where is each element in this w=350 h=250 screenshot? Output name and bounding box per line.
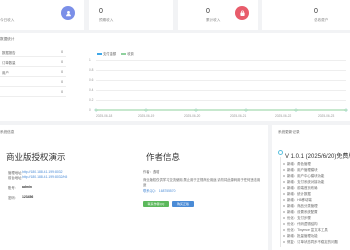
changelog-item: 新增：商品分类管理 <box>283 203 318 208</box>
section-title: 系统信息 <box>0 130 15 134</box>
changelog-item: 新增：设置系统配置 <box>283 209 318 214</box>
contact-author-button[interactable]: 联系作者QQ <box>143 201 169 207</box>
side-item-label: 用户 <box>2 71 9 75</box>
y-tick: 0.4 <box>89 88 94 92</box>
y-tick: 0.2 <box>89 98 94 102</box>
x-tick: 2025-06-21 <box>230 114 247 118</box>
changelog-item: 新增：前端首页布局 <box>283 185 318 190</box>
data-point[interactable] <box>144 108 148 112</box>
changelog-item: 新增：统计数据 <box>283 191 311 196</box>
data-point[interactable] <box>194 108 198 112</box>
side-item-order-count[interactable]: 订单数量 0 <box>0 57 66 67</box>
user-icon <box>61 6 75 20</box>
stat-label: 总收费户 <box>314 18 329 22</box>
y-tick: 0.6 <box>89 78 94 82</box>
info-title: 商业版授权演示 <box>6 152 66 162</box>
side-item-data-report[interactable]: 数据报告 0 <box>0 47 66 57</box>
side-item-label: 订单数量 <box>2 61 16 65</box>
stat-label: 预期收入 <box>99 18 114 22</box>
author-qq: 联系QQ： 168755570 <box>143 189 176 193</box>
stat-label: 今日收入 <box>0 18 15 22</box>
stat-card-expected-income: 0 预期收入 <box>89 0 192 30</box>
line-chart <box>94 108 348 112</box>
legend-label: 收费 <box>127 52 134 56</box>
stat-value: 0 <box>99 8 103 15</box>
panel-title: 数据统计 <box>0 37 15 41</box>
side-item-5[interactable]: 0 <box>0 87 66 97</box>
side-item-value: 0 <box>61 90 63 94</box>
info-row-label: 账号: <box>8 186 16 190</box>
x-tick: 2025-06-22 <box>275 114 292 118</box>
y-tick: 0.8 <box>89 68 94 72</box>
section-title: 系统更新记录 <box>278 130 300 134</box>
side-item-value: 0 <box>61 60 63 64</box>
side-item-value: 0 <box>61 70 63 74</box>
y-tick: 1 <box>89 58 91 62</box>
timeline-line <box>280 157 281 247</box>
changelog-item: 优化：代码逻辑结构 <box>283 221 318 226</box>
author-name: 作者：逸晗 <box>143 170 160 174</box>
changelog-item: 新增：支付系统对接功能 <box>283 179 324 184</box>
y-tick: 0 <box>89 108 91 112</box>
stat-card-today-income: 今日收入 <box>0 0 84 30</box>
info-row-label: 密码: <box>8 196 16 200</box>
legend-label: 支付金额 <box>103 52 117 56</box>
buy-license-button[interactable]: 购买正版 <box>172 201 194 207</box>
changelog-item: 新增：角色管理 <box>283 161 311 166</box>
author-title: 作者信息 <box>146 152 181 162</box>
changelog-item: 优化：支付步骤 <box>283 215 311 220</box>
account-value: admin <box>22 185 32 189</box>
timeline-dot <box>278 150 283 155</box>
x-tick: 2025-06-18 <box>96 114 113 118</box>
data-point[interactable] <box>294 108 298 112</box>
changelog-item: 新增：用户中心模块功能 <box>283 173 324 178</box>
legend-swatch <box>97 53 102 56</box>
changelog-item: 修复：订单状态同步不稳定的问题 <box>283 239 338 244</box>
side-item-users[interactable]: 用户 0 <box>0 67 66 77</box>
data-point[interactable] <box>344 108 348 112</box>
side-item-4[interactable]: 0 <box>0 77 66 87</box>
bag-icon <box>235 6 249 20</box>
side-item-label: 数据报告 <box>2 51 16 55</box>
chart-legend: 支付金额 收费 <box>97 51 134 56</box>
author-notice: 商业版权仅供学习交流使用,禁止用于正规商业用途,请勿将此源码用于任何违法用途 <box>143 178 261 187</box>
side-item-value: 0 <box>61 50 63 54</box>
info-row-label: 前台地址: <box>8 176 23 180</box>
changelog-item: 新增：批量管理功能 <box>283 233 318 238</box>
changelog-item: 优化：Tinymce 富文本工具 <box>283 227 328 232</box>
stat-card-total-users: 0 总收费户 <box>235 0 350 30</box>
side-item-value: 0 <box>61 80 63 84</box>
legend-swatch <box>121 53 127 56</box>
legend-item-payment[interactable]: 支付金额 <box>97 51 116 56</box>
stat-value: 0 <box>206 8 210 15</box>
data-point[interactable] <box>94 108 98 112</box>
x-tick: 2025-06-19 <box>138 114 155 118</box>
changelog-version: V 1.0.1 (2025/6/20)免费版本 <box>285 154 350 160</box>
frontend-url-link[interactable]: http://180.188.41.199:8032/h5 <box>22 175 67 179</box>
stat-label: 累计收入 <box>206 18 221 22</box>
legend-item-fee[interactable]: 收费 <box>121 51 134 56</box>
changelog-item: 新增：H5移动端 <box>283 197 312 202</box>
data-point[interactable] <box>244 108 248 112</box>
stat-value: 0 <box>314 8 318 15</box>
changelog-item: 新增：用户管理模块 <box>283 167 318 172</box>
x-tick: 2025-06-23 <box>318 114 335 118</box>
password-value: 123456 <box>22 195 34 199</box>
admin-url-link[interactable]: http://180.188.41.199:8032 <box>22 170 63 174</box>
x-tick: 2025-06-20 <box>184 114 201 118</box>
